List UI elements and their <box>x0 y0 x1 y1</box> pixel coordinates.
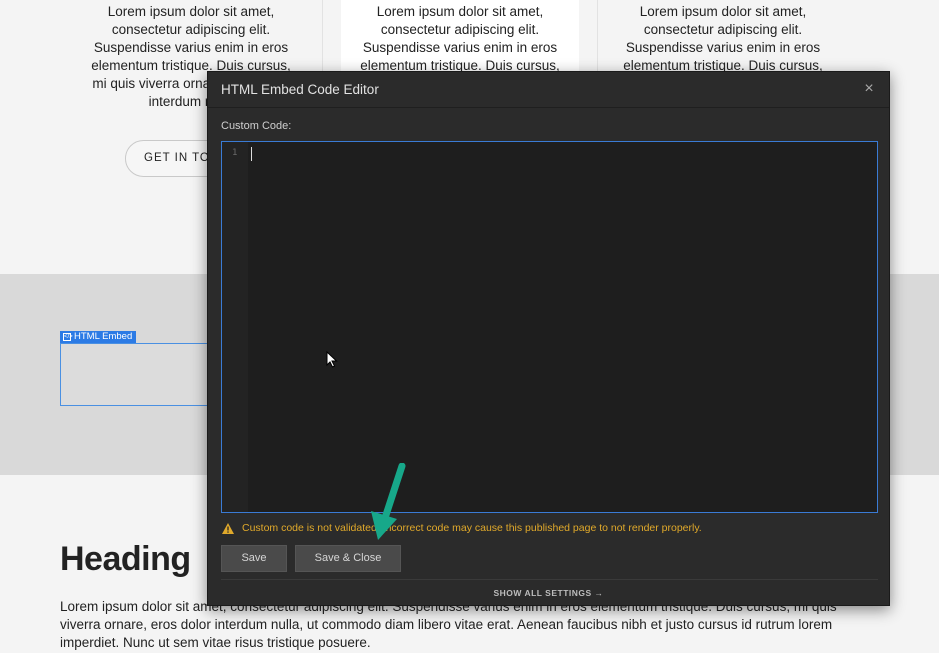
html-embed-code-editor-modal: HTML Embed Code Editor × Custom Code: 1 … <box>207 71 890 606</box>
modal-header: HTML Embed Code Editor × <box>208 72 889 108</box>
show-all-settings-link[interactable]: SHOW ALL SETTINGS → <box>208 588 889 598</box>
feature-column-text: Lorem ipsum dolor sit amet, consectetur … <box>360 4 560 73</box>
feature-column-text: Lorem ipsum dolor sit amet, consectetur … <box>623 4 823 73</box>
text-caret <box>251 147 252 161</box>
line-number-gutter: 1 <box>222 142 248 512</box>
code-icon: </> <box>63 333 73 341</box>
validation-warning: Custom code is not validated. Incorrect … <box>222 522 702 534</box>
html-embed-element[interactable] <box>60 343 220 406</box>
html-embed-tag[interactable]: </> HTML Embed <box>60 331 137 343</box>
warning-icon <box>222 522 234 534</box>
mouse-pointer-icon <box>326 351 338 368</box>
annotation-arrow-icon <box>371 463 406 540</box>
custom-code-editor[interactable]: 1 <box>221 141 878 513</box>
page-heading: Heading <box>60 540 191 578</box>
footer-divider <box>221 579 878 580</box>
warning-text: Custom code is not validated. Incorrect … <box>242 522 702 534</box>
save-button[interactable]: Save <box>221 545 287 572</box>
close-icon[interactable]: × <box>861 81 877 97</box>
page-body-text: Lorem ipsum dolor sit amet, consectetur … <box>60 599 837 650</box>
html-embed-tag-label: HTML Embed <box>74 331 133 342</box>
save-and-close-button[interactable]: Save & Close <box>295 545 401 572</box>
modal-title: HTML Embed Code Editor <box>221 82 379 97</box>
custom-code-label: Custom Code: <box>221 120 292 132</box>
line-number: 1 <box>232 148 238 158</box>
